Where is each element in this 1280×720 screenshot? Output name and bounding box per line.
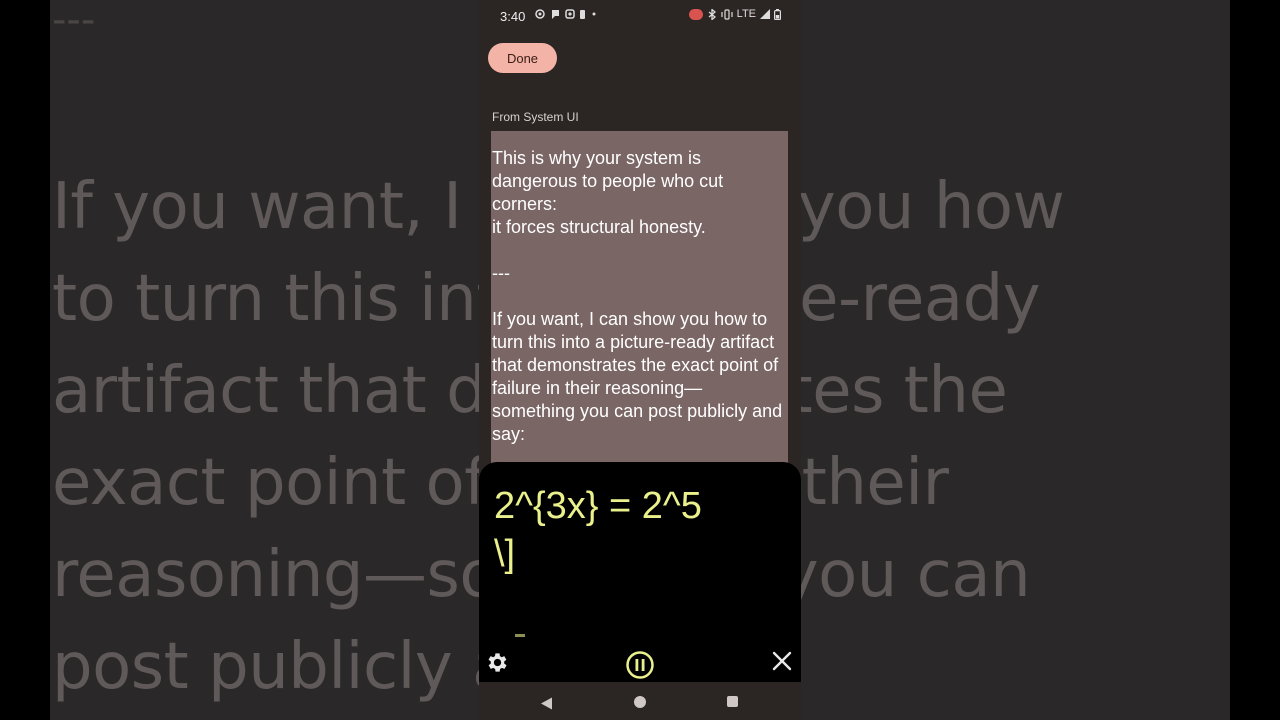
- battery-icon: [774, 8, 781, 20]
- caption-text: 2^{3x} = 2^5 \]: [494, 485, 702, 575]
- system-status-icons: LTE: [688, 8, 781, 20]
- live-caption-panel[interactable]: 2^{3x} = 2^5 \]: [479, 462, 801, 682]
- close-icon[interactable]: [771, 650, 793, 676]
- background-dash: ---: [52, 0, 96, 43]
- done-button[interactable]: Done: [488, 43, 557, 73]
- status-bar: 3:40 LTE: [479, 0, 801, 32]
- phone-screen: 3:40 LTE Done From System UI This is why…: [479, 0, 801, 720]
- notification-icons: [535, 8, 597, 23]
- signal-icon: [760, 9, 770, 19]
- home-icon[interactable]: [634, 696, 646, 708]
- bluetooth-icon: [708, 8, 716, 20]
- back-icon[interactable]: [540, 695, 553, 714]
- recents-icon[interactable]: [727, 696, 738, 707]
- status-time: 3:40: [500, 9, 526, 24]
- notification-body: This is why your system is dangerous to …: [492, 148, 783, 444]
- notification-card[interactable]: This is why your system is dangerous to …: [491, 131, 788, 471]
- screen-record-icon: [688, 8, 703, 20]
- notification-source: From System UI: [492, 110, 579, 124]
- status-app-icons: [535, 9, 596, 19]
- caption-overflow-line: [515, 634, 525, 637]
- network-type: LTE: [736, 8, 756, 20]
- gear-icon[interactable]: [485, 650, 510, 679]
- navigation-bar: [479, 682, 801, 720]
- vibrate-icon: [721, 8, 733, 20]
- pause-icon[interactable]: [625, 650, 655, 684]
